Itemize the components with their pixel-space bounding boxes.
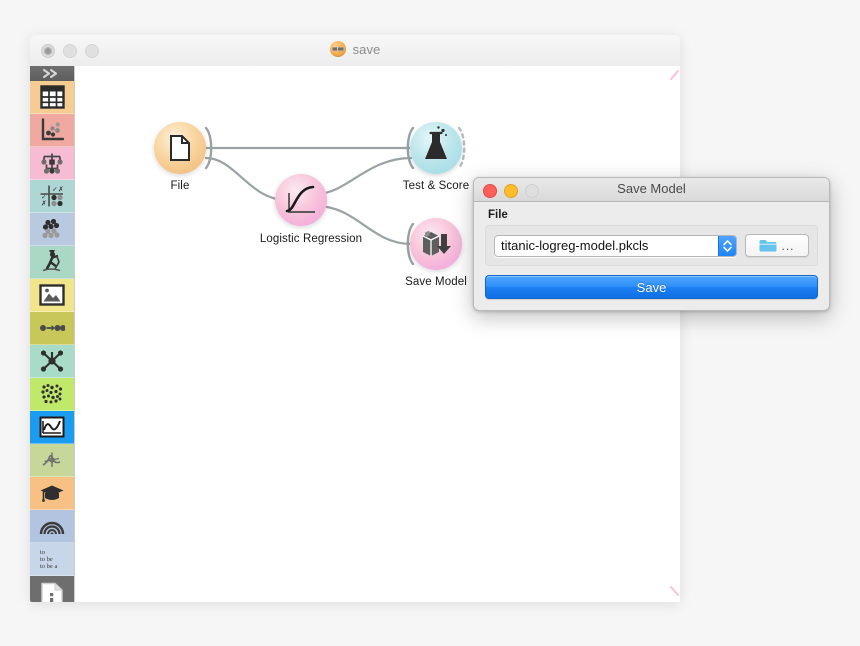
node-file[interactable] [154,122,213,174]
text-lines-icon: to to be to be a [40,549,57,570]
file-field-label: File [488,209,508,221]
main-window-titlebar[interactable]: save [30,35,680,67]
workflow-graph [154,122,466,270]
sidebar-item-info[interactable] [30,576,74,602]
workflow-canvas[interactable]: File Logistic Regression Test & Score Sa… [75,66,680,602]
node-label-save-model: Save Model [405,276,467,288]
line-chart-icon [39,416,65,438]
node-test-and-score[interactable] [406,122,466,174]
link-logreg-to-test [314,156,413,196]
sidebar-item-visualize[interactable] [30,114,74,147]
sidebar-item-data[interactable] [30,81,74,114]
folder-icon [759,240,777,252]
sidebar-item-text-mining[interactable]: to to be to be a [30,543,74,576]
save-model-dialog: Save Model File titanic-logreg-model.pkc… [473,177,830,311]
double-chevron-right-icon [43,69,57,78]
svg-text:to: to [40,549,45,556]
filename-input[interactable]: titanic-logreg-model.pkcls [495,238,718,253]
sidebar-item-networks[interactable] [30,345,74,378]
node-label-logistic-regression: Logistic Regression [259,233,363,245]
node-logistic-regression[interactable] [275,174,327,226]
save-dialog-title: Save Model [617,181,686,196]
graduation-cap-icon [40,485,64,502]
sidebar-item-unsupervised[interactable] [30,213,74,246]
main-window-title: save [30,41,680,60]
sidebar-item-educational[interactable] [30,477,74,510]
save-dialog-titlebar[interactable]: Save Model [474,178,829,202]
toolbox-expand-header[interactable] [30,66,74,81]
node-label-file: File [170,180,190,192]
confusion-matrix-icon: ✓ ✗ ✓ ✗ [40,185,64,208]
widget-toolbox[interactable]: ✓ ✗ ✓ ✗ to to be to be a [30,66,75,602]
save-button-label: Save [636,279,667,295]
sidebar-item-spectroscopy[interactable] [30,444,74,477]
sidebar-item-associate[interactable] [30,312,74,345]
svg-text:✗: ✗ [41,200,47,208]
filename-stepper[interactable] [718,235,736,256]
updown-chevrons-icon [723,239,732,252]
picture-frame-icon [39,284,65,306]
sidebar-item-geo[interactable] [30,246,74,279]
scatterplot-axes-icon [41,118,64,141]
screen: save ✓ ✗ ✓ ✗ to to be to be a File Logis… [0,0,860,646]
orange-logo-icon [329,41,346,57]
sidebar-item-image-analytics[interactable] [30,279,74,312]
save-button[interactable]: Save [485,275,818,299]
svg-text:✗: ✗ [58,186,64,194]
svg-text:✓: ✓ [52,187,58,194]
tree-hierarchy-icon [41,153,63,174]
worker-digging-icon [42,250,61,272]
save-dialog-body: File titanic-logreg-model.pkcls ... [474,202,829,266]
document-icon [170,135,190,161]
network-nodes-icon [40,350,64,372]
cluster-dots-icon [42,218,60,239]
filename-combobox[interactable]: titanic-logreg-model.pkcls [494,234,737,257]
sidebar-item-model[interactable] [30,147,74,180]
browse-button[interactable]: ... [745,234,809,257]
file-field-group: titanic-logreg-model.pkcls ... [485,225,818,266]
sidebar-item-spectrum[interactable] [30,510,74,543]
sidebar-item-bioinformatics[interactable] [30,378,74,411]
dot-arrow-dots-icon [40,325,65,331]
table-icon [39,85,65,109]
link-file-to-logreg [204,156,288,202]
svg-text:to be: to be [40,556,53,563]
node-save-model[interactable] [406,218,462,270]
svg-text:to be a: to be a [40,563,57,570]
scattered-dots-icon [41,384,63,404]
sidebar-item-timeseries[interactable] [30,411,74,444]
document-info-icon [41,582,63,602]
node-label-test-and-score: Test & Score [402,180,470,192]
orange-canvas-window: save ✓ ✗ ✓ ✗ to to be to be a File Logis… [30,35,680,602]
main-window-title-text: save [352,41,381,57]
browse-button-label: ... [781,238,795,253]
rainbow-arc-icon [39,521,65,535]
spectra-icon [42,452,61,467]
sidebar-item-evaluate[interactable]: ✓ ✗ ✓ ✗ [30,180,74,213]
